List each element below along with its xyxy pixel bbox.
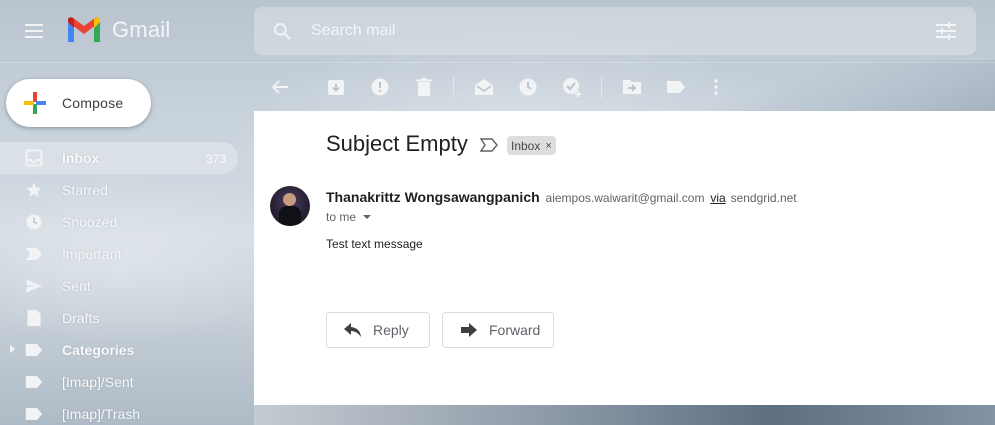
- sidebar-item-label: Important: [62, 246, 122, 262]
- sidebar-item-drafts[interactable]: Drafts: [0, 302, 238, 334]
- sidebar-item-label: [Imap]/Sent: [62, 374, 134, 390]
- sidebar-item-sent[interactable]: Sent: [0, 270, 238, 302]
- background-sea: [254, 405, 995, 425]
- label-icon: [24, 372, 44, 392]
- compose-button[interactable]: Compose: [6, 79, 151, 127]
- toolbar-divider: [601, 76, 602, 98]
- star-icon: [24, 180, 44, 200]
- forward-button[interactable]: Forward: [442, 312, 554, 348]
- report-spam-icon[interactable]: [368, 75, 392, 99]
- sidebar-item-imap-sent[interactable]: [Imap]/Sent: [0, 366, 238, 398]
- message-view: Subject Empty Inbox × Thanakrittz Wongsa…: [254, 111, 995, 405]
- sidebar-item-snoozed[interactable]: Snoozed: [0, 206, 238, 238]
- sidebar-item-label: Categories: [62, 342, 135, 358]
- sidebar-item-inbox[interactable]: Inbox 373: [0, 142, 238, 174]
- clock-icon: [24, 212, 44, 232]
- label-chip-inbox[interactable]: Inbox ×: [507, 136, 556, 155]
- search-options-icon[interactable]: [934, 19, 958, 43]
- archive-icon[interactable]: [324, 75, 348, 99]
- sidebar-item-label: Sent: [62, 278, 91, 294]
- hamburger-menu-icon: [25, 24, 43, 38]
- toolbar-divider: [453, 76, 454, 98]
- reply-button[interactable]: Reply: [326, 312, 430, 348]
- move-to-icon[interactable]: [620, 75, 644, 99]
- show-details-caret-icon[interactable]: [363, 215, 372, 219]
- back-arrow-icon[interactable]: [268, 75, 292, 99]
- add-task-icon[interactable]: [560, 75, 584, 99]
- sender-email: aiempos.waiwarit@gmail.com: [545, 191, 705, 205]
- sidebar-item-imap-trash[interactable]: [Imap]/Trash: [0, 398, 238, 425]
- label-important-icon: [24, 244, 44, 264]
- gmail-m-icon: [68, 17, 100, 42]
- gmail-logo[interactable]: Gmail: [66, 16, 170, 44]
- sidebar-item-label: Inbox: [62, 150, 100, 166]
- plus-icon: [24, 92, 46, 114]
- expand-arrow-icon[interactable]: [10, 345, 15, 353]
- remove-label-button[interactable]: ×: [545, 140, 551, 152]
- label-chip-text: Inbox: [511, 138, 541, 153]
- message-subject: Subject Empty: [326, 131, 468, 156]
- inbox-icon: [24, 148, 44, 168]
- compose-label: Compose: [62, 95, 124, 111]
- sidebar-item-categories[interactable]: Categories: [0, 334, 238, 366]
- via-domain: sendgrid.net: [730, 191, 797, 205]
- search-bar[interactable]: [254, 7, 976, 55]
- search-input[interactable]: [311, 22, 911, 40]
- sidebar-item-important[interactable]: Important: [0, 238, 238, 270]
- draft-icon: [24, 308, 44, 328]
- sidebar-item-label: Starred: [62, 182, 108, 198]
- delete-icon[interactable]: [412, 75, 436, 99]
- message-toolbar: [254, 63, 995, 111]
- label-icon: [24, 404, 44, 424]
- sidebar-item-label: [Imap]/Trash: [62, 406, 141, 422]
- forward-label: Forward: [489, 322, 541, 338]
- send-icon: [24, 276, 44, 296]
- sender-name[interactable]: Thanakrittz Wongsawangpanich: [326, 189, 540, 205]
- snooze-icon[interactable]: [516, 75, 540, 99]
- mark-unread-icon[interactable]: [472, 75, 496, 99]
- more-vert-icon[interactable]: [704, 75, 728, 99]
- search-icon[interactable]: [270, 19, 294, 43]
- sidebar-item-starred[interactable]: Starred: [0, 174, 238, 206]
- recipient-text: to me: [326, 210, 357, 224]
- sender-avatar[interactable]: [270, 186, 310, 226]
- labels-icon[interactable]: [664, 75, 688, 99]
- unread-count: 373: [205, 152, 226, 166]
- sidebar: Inbox 373 Starred Snoozed Important Sent…: [0, 142, 240, 425]
- top-bar: Gmail: [0, 0, 995, 62]
- recipient-line[interactable]: to me: [326, 210, 372, 224]
- important-marker-icon[interactable]: [480, 138, 498, 152]
- sender-line: Thanakrittz Wongsawangpanich aiempos.wai…: [326, 189, 797, 205]
- main-menu-button[interactable]: [14, 11, 54, 51]
- app-name: Gmail: [112, 17, 171, 42]
- forward-icon: [459, 320, 479, 340]
- sidebar-item-label: Snoozed: [62, 214, 118, 230]
- sidebar-item-label: Drafts: [62, 310, 100, 326]
- message-body: Test text message: [326, 237, 423, 251]
- reply-label: Reply: [373, 322, 409, 338]
- reply-icon: [343, 320, 363, 340]
- via-link[interactable]: via: [710, 191, 725, 205]
- label-icon: [24, 340, 44, 360]
